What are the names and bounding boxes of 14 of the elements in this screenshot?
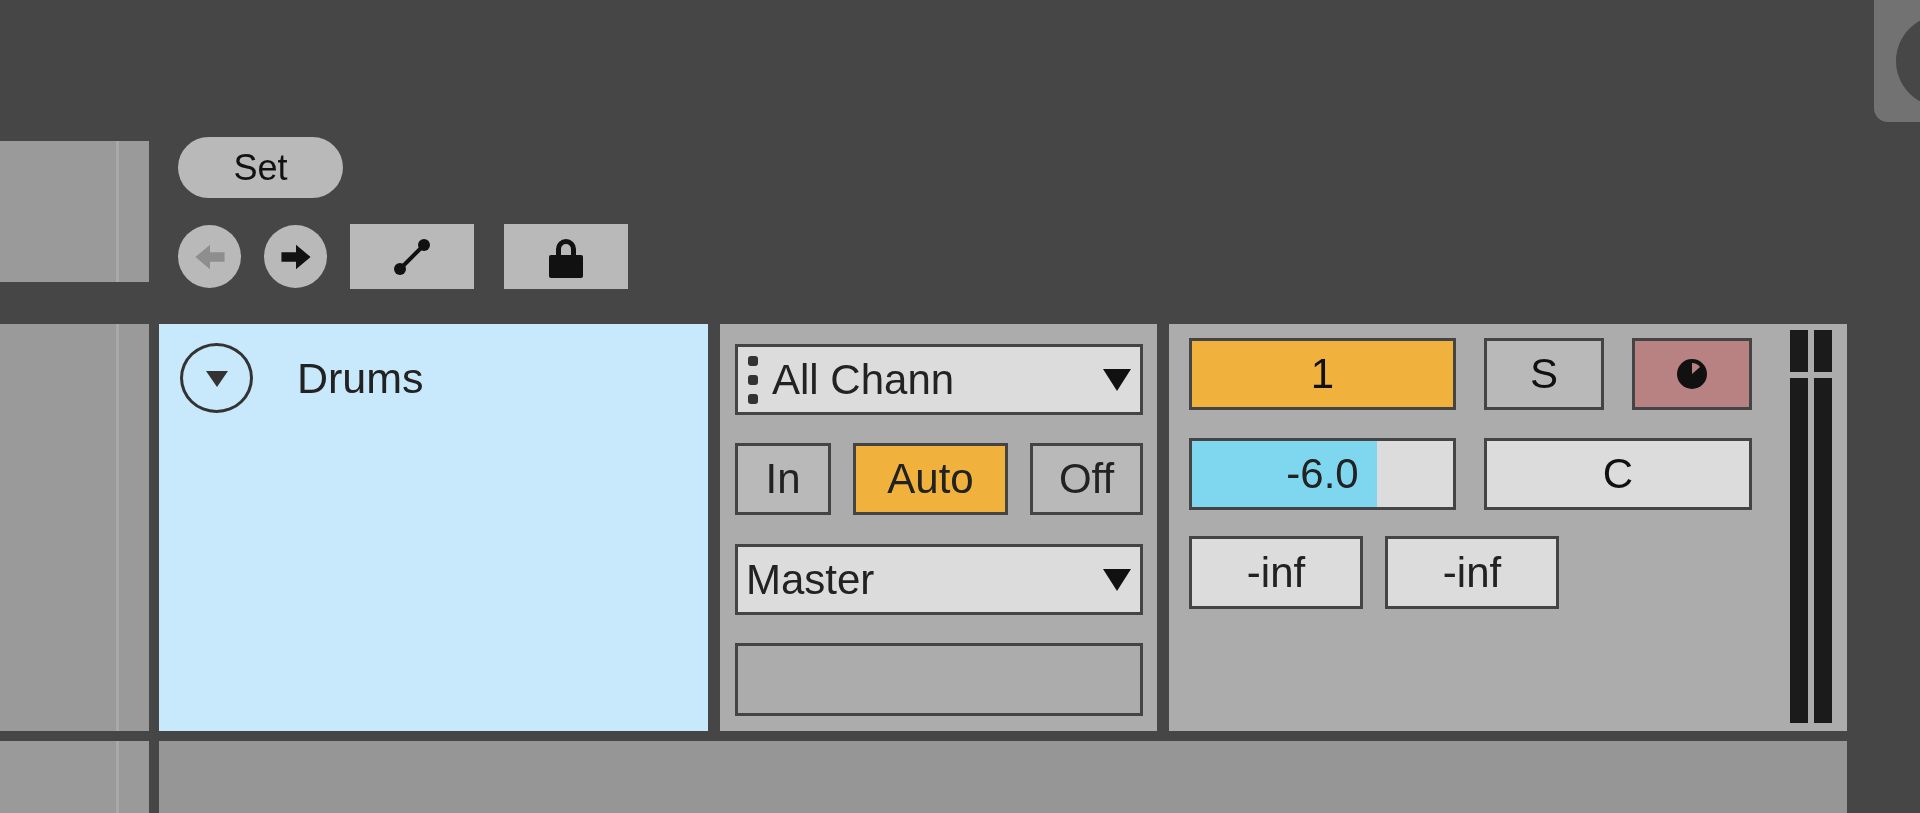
solo-button[interactable]: S (1484, 338, 1604, 410)
monitor-button[interactable]: In (735, 443, 831, 515)
monitor-button[interactable]: Off (1030, 443, 1143, 515)
monitor-button[interactable]: Auto (853, 443, 1008, 515)
pan-control[interactable]: C (1484, 438, 1752, 510)
peak-level: -inf (1385, 536, 1559, 609)
volume-slider[interactable]: -6.0 (1189, 438, 1456, 510)
track-header[interactable]: Drums (159, 324, 708, 731)
input-channel-dropdown[interactable]: All Chann (735, 344, 1143, 415)
output-dropdown[interactable]: Master (735, 544, 1143, 615)
track-activator-button[interactable]: 1 (1189, 338, 1456, 410)
track-name: Drums (297, 353, 424, 404)
peak-level: -inf (1189, 536, 1363, 609)
set-button[interactable]: Set (178, 137, 343, 198)
